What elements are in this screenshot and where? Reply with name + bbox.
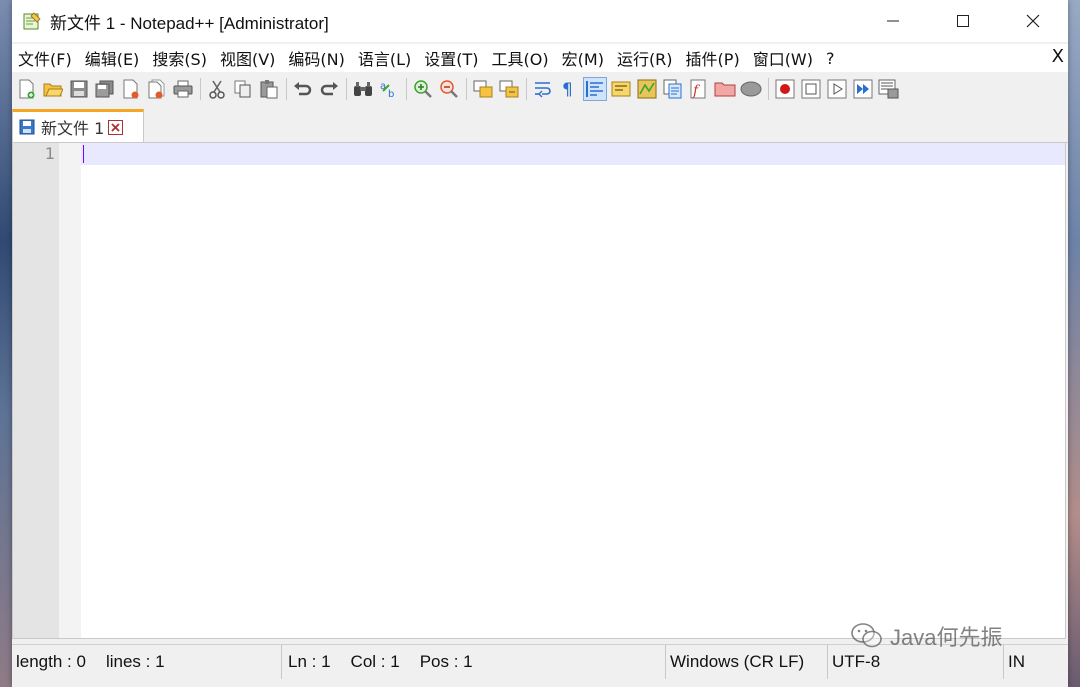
menu-encoding[interactable]: 编码(N) bbox=[282, 46, 351, 70]
menu-view[interactable]: 视图(V) bbox=[214, 46, 282, 70]
run-macro-multiple-icon[interactable] bbox=[852, 78, 874, 100]
function-list-icon[interactable] bbox=[662, 78, 684, 100]
title-bar[interactable]: 新文件 1 - Notepad++ [Administrator] bbox=[12, 0, 1068, 42]
status-position: Ln : 1 Col : 1 Pos : 1 bbox=[282, 645, 666, 679]
toolbar-separator bbox=[768, 78, 769, 100]
text-area[interactable] bbox=[81, 143, 1065, 638]
toolbar-separator bbox=[286, 78, 287, 100]
window-title: 新文件 1 - Notepad++ [Administrator] bbox=[50, 13, 329, 33]
monitoring-icon[interactable] bbox=[740, 78, 762, 100]
toolbar: ab ¶ f bbox=[12, 74, 1068, 104]
close-icon bbox=[111, 122, 120, 132]
copy-icon[interactable] bbox=[232, 78, 254, 100]
maximize-button[interactable] bbox=[928, 0, 998, 42]
desktop-background-right bbox=[1068, 0, 1080, 687]
new-file-icon[interactable] bbox=[16, 78, 38, 100]
close-icon bbox=[1026, 14, 1040, 28]
menu-help[interactable]: ? bbox=[820, 49, 842, 68]
menu-run[interactable]: 运行(R) bbox=[611, 46, 680, 70]
notepadpp-window: 新文件 1 - Notepad++ [Administrator] 文件(F) … bbox=[12, 0, 1068, 687]
text-caret bbox=[83, 145, 84, 163]
minimize-button[interactable] bbox=[858, 0, 928, 42]
line-number: 1 bbox=[44, 144, 55, 163]
menu-search[interactable]: 搜索(S) bbox=[146, 46, 214, 70]
paste-icon[interactable] bbox=[258, 78, 280, 100]
status-eol[interactable]: Windows (CR LF) bbox=[666, 645, 828, 679]
save-icon[interactable] bbox=[68, 78, 90, 100]
toolbar-separator bbox=[526, 78, 527, 100]
sync-vertical-icon[interactable] bbox=[472, 78, 494, 100]
save-all-icon[interactable] bbox=[94, 78, 116, 100]
current-line-highlight bbox=[81, 143, 1065, 165]
project-panel-icon[interactable] bbox=[714, 78, 736, 100]
status-pos: Pos : 1 bbox=[419, 652, 473, 671]
menu-file[interactable]: 文件(F) bbox=[12, 46, 79, 70]
fold-margin[interactable] bbox=[59, 143, 81, 638]
menu-edit[interactable]: 编辑(E) bbox=[79, 46, 147, 70]
menu-macro[interactable]: 宏(M) bbox=[556, 46, 611, 70]
folder-as-workspace-icon[interactable]: f bbox=[688, 78, 710, 100]
save-macro-icon[interactable] bbox=[878, 78, 900, 100]
replace-icon[interactable]: ab bbox=[378, 78, 400, 100]
minimize-icon bbox=[887, 20, 899, 22]
zoom-out-icon[interactable] bbox=[438, 78, 460, 100]
close-all-icon[interactable] bbox=[146, 78, 168, 100]
stop-macro-icon[interactable] bbox=[800, 78, 822, 100]
line-number-gutter: 1 bbox=[13, 143, 59, 638]
menu-bar: 文件(F) 编辑(E) 搜索(S) 视图(V) 编码(N) 语言(L) 设置(T… bbox=[12, 44, 1068, 72]
word-wrap-icon[interactable] bbox=[532, 78, 554, 100]
menu-plugins[interactable]: 插件(P) bbox=[680, 46, 747, 70]
open-file-icon[interactable] bbox=[42, 78, 64, 100]
close-window-button[interactable] bbox=[998, 0, 1068, 42]
tab-label: 新文件 1 bbox=[41, 119, 105, 138]
wechat-icon bbox=[850, 622, 884, 650]
status-ln: Ln : 1 bbox=[288, 652, 331, 671]
tab-bar: 新文件 1 bbox=[12, 106, 1068, 143]
show-all-characters-icon[interactable]: ¶ bbox=[558, 78, 580, 100]
toolbar-separator bbox=[406, 78, 407, 100]
toolbar-separator bbox=[200, 78, 201, 100]
editor-pane[interactable]: 1 bbox=[12, 143, 1066, 639]
close-document-button[interactable]: X bbox=[1052, 46, 1064, 67]
tab-new-file-1[interactable]: 新文件 1 bbox=[12, 109, 144, 142]
menu-window[interactable]: 窗口(W) bbox=[747, 46, 820, 70]
cut-icon[interactable] bbox=[206, 78, 228, 100]
sync-horizontal-icon[interactable] bbox=[498, 78, 520, 100]
menu-language[interactable]: 语言(L) bbox=[352, 46, 418, 70]
record-macro-icon[interactable] bbox=[774, 78, 796, 100]
status-insert-mode[interactable]: IN bbox=[1004, 645, 1068, 679]
toolbar-separator bbox=[346, 78, 347, 100]
play-macro-icon[interactable] bbox=[826, 78, 848, 100]
svg-text:¶: ¶ bbox=[562, 80, 573, 99]
indent-guide-icon[interactable] bbox=[583, 77, 607, 101]
save-icon bbox=[19, 119, 35, 135]
toolbar-separator bbox=[466, 78, 467, 100]
menu-tools[interactable]: 工具(O) bbox=[486, 46, 556, 70]
find-icon[interactable] bbox=[352, 78, 374, 100]
status-length-lines: length : 0 lines : 1 bbox=[12, 645, 282, 679]
close-file-icon[interactable] bbox=[120, 78, 142, 100]
redo-icon[interactable] bbox=[318, 78, 340, 100]
menu-settings[interactable]: 设置(T) bbox=[418, 46, 485, 70]
status-lines: lines : 1 bbox=[105, 652, 165, 671]
watermark-text: Java何先振 bbox=[890, 625, 1003, 650]
tab-close-button[interactable] bbox=[108, 119, 124, 135]
print-icon[interactable] bbox=[172, 78, 194, 100]
zoom-in-icon[interactable] bbox=[412, 78, 434, 100]
user-defined-language-icon[interactable] bbox=[610, 78, 632, 100]
notepadpp-app-icon bbox=[22, 11, 42, 31]
document-map-icon[interactable] bbox=[636, 78, 658, 100]
watermark: Java何先振 bbox=[850, 620, 1002, 652]
desktop-background-left bbox=[0, 0, 12, 687]
svg-text:b: b bbox=[388, 89, 394, 99]
maximize-icon bbox=[957, 15, 969, 27]
status-length: length : 0 bbox=[16, 652, 86, 671]
status-col: Col : 1 bbox=[350, 652, 400, 671]
undo-icon[interactable] bbox=[292, 78, 314, 100]
